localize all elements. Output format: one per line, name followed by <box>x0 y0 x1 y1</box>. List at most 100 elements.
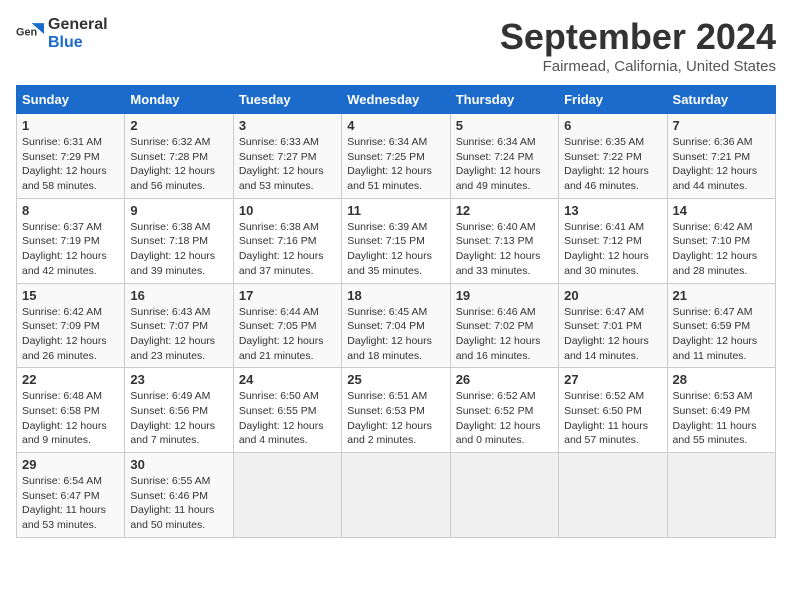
calendar-title-area: September 2024 Fairmead, California, Uni… <box>500 16 776 75</box>
calendar-day-cell: 19 Sunrise: 6:46 AM Sunset: 7:02 PM Dayl… <box>450 283 558 368</box>
day-number: 9 <box>130 203 227 218</box>
day-detail: Sunrise: 6:42 AM Sunset: 7:09 PM Dayligh… <box>22 305 119 364</box>
calendar-day-cell <box>667 453 775 538</box>
day-detail: Sunrise: 6:45 AM Sunset: 7:04 PM Dayligh… <box>347 305 444 364</box>
calendar-day-cell: 28 Sunrise: 6:53 AM Sunset: 6:49 PM Dayl… <box>667 368 775 453</box>
calendar-day-cell: 22 Sunrise: 6:48 AM Sunset: 6:58 PM Dayl… <box>17 368 125 453</box>
calendar-day-cell <box>342 453 450 538</box>
calendar-day-cell: 27 Sunrise: 6:52 AM Sunset: 6:50 PM Dayl… <box>559 368 667 453</box>
day-number: 14 <box>673 203 770 218</box>
calendar-table: SundayMondayTuesdayWednesdayThursdayFrid… <box>16 85 776 538</box>
day-detail: Sunrise: 6:46 AM Sunset: 7:02 PM Dayligh… <box>456 305 553 364</box>
day-detail: Sunrise: 6:33 AM Sunset: 7:27 PM Dayligh… <box>239 135 336 194</box>
calendar-day-cell: 7 Sunrise: 6:36 AM Sunset: 7:21 PM Dayli… <box>667 114 775 199</box>
calendar-day-cell: 6 Sunrise: 6:35 AM Sunset: 7:22 PM Dayli… <box>559 114 667 199</box>
day-detail: Sunrise: 6:35 AM Sunset: 7:22 PM Dayligh… <box>564 135 661 194</box>
day-detail: Sunrise: 6:47 AM Sunset: 6:59 PM Dayligh… <box>673 305 770 364</box>
calendar-day-cell: 10 Sunrise: 6:38 AM Sunset: 7:16 PM Dayl… <box>233 198 341 283</box>
day-number: 20 <box>564 288 661 303</box>
calendar-day-cell: 1 Sunrise: 6:31 AM Sunset: 7:29 PM Dayli… <box>17 114 125 199</box>
day-number: 7 <box>673 118 770 133</box>
day-detail: Sunrise: 6:36 AM Sunset: 7:21 PM Dayligh… <box>673 135 770 194</box>
calendar-day-cell: 29 Sunrise: 6:54 AM Sunset: 6:47 PM Dayl… <box>17 453 125 538</box>
day-detail: Sunrise: 6:49 AM Sunset: 6:56 PM Dayligh… <box>130 389 227 448</box>
day-detail: Sunrise: 6:55 AM Sunset: 6:46 PM Dayligh… <box>130 474 227 533</box>
calendar-day-cell: 4 Sunrise: 6:34 AM Sunset: 7:25 PM Dayli… <box>342 114 450 199</box>
day-number: 18 <box>347 288 444 303</box>
day-detail: Sunrise: 6:34 AM Sunset: 7:25 PM Dayligh… <box>347 135 444 194</box>
day-number: 30 <box>130 457 227 472</box>
day-number: 11 <box>347 203 444 218</box>
day-number: 24 <box>239 372 336 387</box>
calendar-day-cell: 8 Sunrise: 6:37 AM Sunset: 7:19 PM Dayli… <box>17 198 125 283</box>
calendar-day-cell: 30 Sunrise: 6:55 AM Sunset: 6:46 PM Dayl… <box>125 453 233 538</box>
day-detail: Sunrise: 6:52 AM Sunset: 6:50 PM Dayligh… <box>564 389 661 448</box>
day-header-monday: Monday <box>125 86 233 114</box>
day-detail: Sunrise: 6:43 AM Sunset: 7:07 PM Dayligh… <box>130 305 227 364</box>
calendar-day-cell: 26 Sunrise: 6:52 AM Sunset: 6:52 PM Dayl… <box>450 368 558 453</box>
day-detail: Sunrise: 6:54 AM Sunset: 6:47 PM Dayligh… <box>22 474 119 533</box>
day-number: 25 <box>347 372 444 387</box>
calendar-day-cell: 2 Sunrise: 6:32 AM Sunset: 7:28 PM Dayli… <box>125 114 233 199</box>
day-number: 3 <box>239 118 336 133</box>
day-detail: Sunrise: 6:47 AM Sunset: 7:01 PM Dayligh… <box>564 305 661 364</box>
month-title: September 2024 <box>500 16 776 58</box>
day-header-tuesday: Tuesday <box>233 86 341 114</box>
calendar-day-cell: 13 Sunrise: 6:41 AM Sunset: 7:12 PM Dayl… <box>559 198 667 283</box>
day-number: 5 <box>456 118 553 133</box>
location-title: Fairmead, California, United States <box>500 58 776 75</box>
calendar-day-cell: 15 Sunrise: 6:42 AM Sunset: 7:09 PM Dayl… <box>17 283 125 368</box>
day-detail: Sunrise: 6:52 AM Sunset: 6:52 PM Dayligh… <box>456 389 553 448</box>
calendar-day-cell: 23 Sunrise: 6:49 AM Sunset: 6:56 PM Dayl… <box>125 368 233 453</box>
calendar-week-4: 22 Sunrise: 6:48 AM Sunset: 6:58 PM Dayl… <box>17 368 776 453</box>
day-header-sunday: Sunday <box>17 86 125 114</box>
day-number: 16 <box>130 288 227 303</box>
day-number: 2 <box>130 118 227 133</box>
day-number: 29 <box>22 457 119 472</box>
calendar-week-2: 8 Sunrise: 6:37 AM Sunset: 7:19 PM Dayli… <box>17 198 776 283</box>
calendar-day-cell: 18 Sunrise: 6:45 AM Sunset: 7:04 PM Dayl… <box>342 283 450 368</box>
day-header-friday: Friday <box>559 86 667 114</box>
day-detail: Sunrise: 6:40 AM Sunset: 7:13 PM Dayligh… <box>456 220 553 279</box>
day-number: 26 <box>456 372 553 387</box>
logo-icon: Gen <box>16 20 44 48</box>
calendar-day-cell: 9 Sunrise: 6:38 AM Sunset: 7:18 PM Dayli… <box>125 198 233 283</box>
day-detail: Sunrise: 6:53 AM Sunset: 6:49 PM Dayligh… <box>673 389 770 448</box>
day-detail: Sunrise: 6:34 AM Sunset: 7:24 PM Dayligh… <box>456 135 553 194</box>
day-detail: Sunrise: 6:38 AM Sunset: 7:16 PM Dayligh… <box>239 220 336 279</box>
calendar-day-cell: 14 Sunrise: 6:42 AM Sunset: 7:10 PM Dayl… <box>667 198 775 283</box>
day-number: 15 <box>22 288 119 303</box>
day-number: 17 <box>239 288 336 303</box>
day-number: 23 <box>130 372 227 387</box>
calendar-day-cell <box>233 453 341 538</box>
logo-blue-text: Blue <box>48 34 108 52</box>
day-number: 13 <box>564 203 661 218</box>
calendar-day-cell: 12 Sunrise: 6:40 AM Sunset: 7:13 PM Dayl… <box>450 198 558 283</box>
day-number: 1 <box>22 118 119 133</box>
calendar-day-cell <box>450 453 558 538</box>
day-number: 12 <box>456 203 553 218</box>
calendar-week-5: 29 Sunrise: 6:54 AM Sunset: 6:47 PM Dayl… <box>17 453 776 538</box>
day-header-saturday: Saturday <box>667 86 775 114</box>
calendar-day-cell: 3 Sunrise: 6:33 AM Sunset: 7:27 PM Dayli… <box>233 114 341 199</box>
calendar-day-cell: 16 Sunrise: 6:43 AM Sunset: 7:07 PM Dayl… <box>125 283 233 368</box>
calendar-day-cell: 21 Sunrise: 6:47 AM Sunset: 6:59 PM Dayl… <box>667 283 775 368</box>
day-number: 8 <box>22 203 119 218</box>
logo-general-text: General <box>48 16 108 34</box>
day-detail: Sunrise: 6:48 AM Sunset: 6:58 PM Dayligh… <box>22 389 119 448</box>
logo: Gen General Blue <box>16 16 108 51</box>
calendar-header-row: SundayMondayTuesdayWednesdayThursdayFrid… <box>17 86 776 114</box>
svg-text:Gen: Gen <box>16 26 37 38</box>
calendar-day-cell: 17 Sunrise: 6:44 AM Sunset: 7:05 PM Dayl… <box>233 283 341 368</box>
day-header-wednesday: Wednesday <box>342 86 450 114</box>
day-number: 19 <box>456 288 553 303</box>
day-detail: Sunrise: 6:31 AM Sunset: 7:29 PM Dayligh… <box>22 135 119 194</box>
day-detail: Sunrise: 6:50 AM Sunset: 6:55 PM Dayligh… <box>239 389 336 448</box>
day-detail: Sunrise: 6:37 AM Sunset: 7:19 PM Dayligh… <box>22 220 119 279</box>
calendar-day-cell: 11 Sunrise: 6:39 AM Sunset: 7:15 PM Dayl… <box>342 198 450 283</box>
day-detail: Sunrise: 6:42 AM Sunset: 7:10 PM Dayligh… <box>673 220 770 279</box>
day-number: 21 <box>673 288 770 303</box>
day-detail: Sunrise: 6:32 AM Sunset: 7:28 PM Dayligh… <box>130 135 227 194</box>
day-number: 4 <box>347 118 444 133</box>
page-header: Gen General Blue September 2024 Fairmead… <box>16 16 776 75</box>
